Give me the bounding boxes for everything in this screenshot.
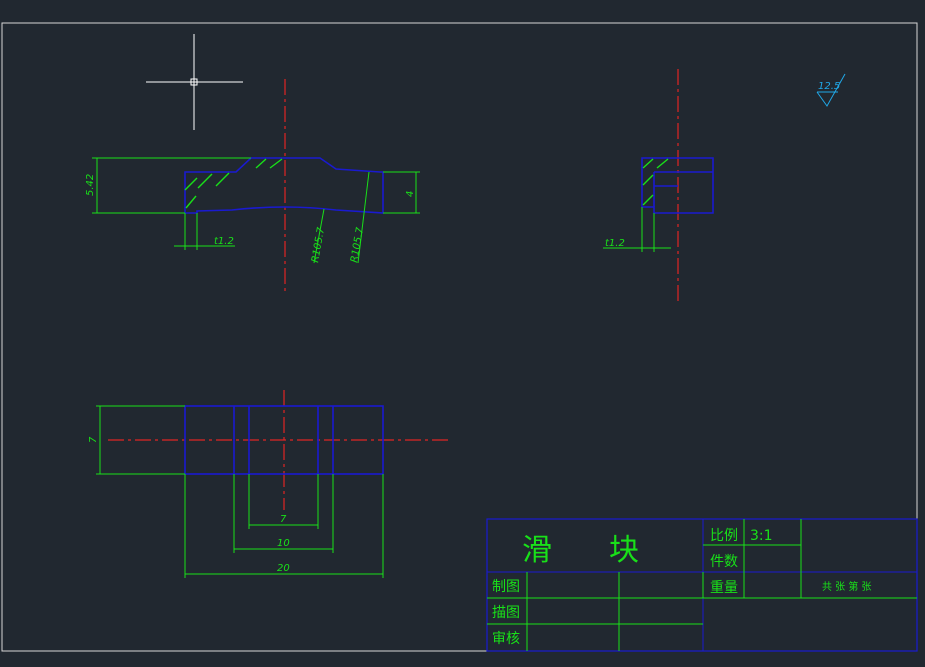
dim-thickness-front: t1.2 bbox=[214, 236, 234, 247]
dim-plan-overall: 20 bbox=[277, 563, 290, 574]
drawn-by-label: 制图 bbox=[492, 579, 520, 595]
side-view: t1.2 bbox=[603, 69, 714, 302]
front-view: 5.42 4 t1.2 R105.7 R105.7 bbox=[85, 79, 420, 293]
front-view-hatching bbox=[184, 158, 283, 209]
quantity-label: 件数 bbox=[710, 554, 738, 570]
dim-thickness-side: t1.2 bbox=[605, 238, 625, 249]
dim-radius-1: R105.7 bbox=[310, 226, 327, 264]
title-block: 滑 块 比例 3:1 件数 重量 共 张 第 张 制图 描图 审核 bbox=[486, 518, 918, 652]
sheets-text: 共 张 第 张 bbox=[822, 580, 872, 593]
drawing-canvas[interactable]: 12.5 5.42 4 t1.2 R105.7 R105.7 t1.2 7 7 … bbox=[0, 0, 925, 667]
part-name-2: 块 bbox=[609, 533, 639, 568]
weight-label: 重量 bbox=[710, 580, 738, 596]
surface-roughness-symbol: 12.5 bbox=[816, 73, 846, 107]
scale-value: 3:1 bbox=[750, 528, 773, 544]
dim-plan-height: 7 bbox=[88, 436, 99, 443]
dim-height-left: 5.42 bbox=[85, 174, 96, 196]
dim-height-right: 4 bbox=[405, 191, 416, 197]
dim-plan-middle: 10 bbox=[277, 538, 290, 549]
side-view-hatching bbox=[642, 158, 669, 206]
traced-by-label: 描图 bbox=[492, 605, 520, 621]
crosshair-cursor-icon bbox=[146, 34, 243, 130]
dim-radius-2: R105.7 bbox=[349, 226, 366, 264]
roughness-value: 12.5 bbox=[818, 81, 840, 92]
drawing-border bbox=[1, 22, 918, 652]
dim-plan-inner: 7 bbox=[280, 514, 287, 525]
part-name-1: 滑 bbox=[522, 533, 552, 568]
checked-by-label: 审核 bbox=[492, 631, 520, 647]
front-view-outline bbox=[184, 157, 384, 214]
scale-label: 比例 bbox=[710, 528, 738, 544]
plan-view: 7 7 10 20 bbox=[88, 390, 450, 578]
